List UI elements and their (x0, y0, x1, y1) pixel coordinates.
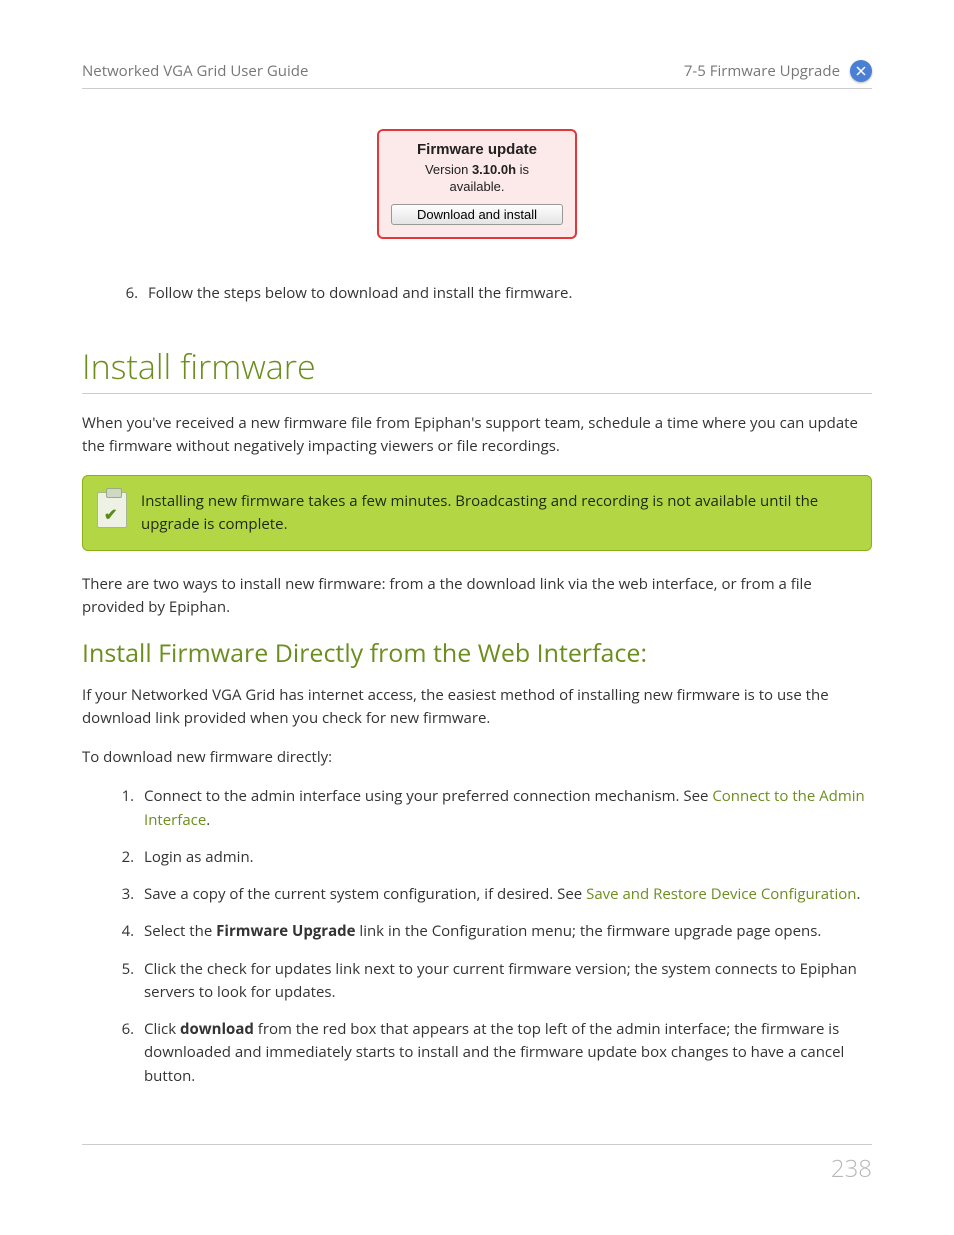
page-header: Networked VGA Grid User Guide 7-5 Firmwa… (82, 60, 872, 89)
note-callout: Installing new firmware takes a few minu… (82, 475, 872, 552)
download-bold: download (180, 1019, 254, 1039)
intro-paragraph: When you've received a new firmware file… (82, 412, 872, 459)
web-interface-intro: If your Networked VGA Grid has internet … (82, 684, 872, 731)
header-left: Networked VGA Grid User Guide (82, 61, 308, 81)
install-steps-list: Connect to the admin interface using you… (138, 785, 872, 1088)
install-web-interface-subheading: Install Firmware Directly from the Web I… (82, 636, 872, 670)
download-install-button[interactable]: Download and install (391, 204, 563, 225)
step-6-followup: Follow the steps below to download and i… (142, 283, 872, 303)
step-2: Login as admin. (138, 846, 872, 869)
header-right: 7-5 Firmware Upgrade (684, 60, 872, 82)
firmware-available-text: available. (391, 179, 563, 194)
firmware-version-line: Version 3.10.0h is (391, 162, 563, 177)
step-4: Select the Firmware Upgrade link in the … (138, 920, 872, 943)
page-number: 238 (831, 1152, 872, 1185)
tools-icon (850, 60, 872, 82)
two-ways-paragraph: There are two ways to install new firmwa… (82, 573, 872, 620)
footer-rule (82, 1144, 872, 1145)
header-section: 7-5 Firmware Upgrade (684, 61, 840, 81)
firmware-update-box: Firmware update Version 3.10.0h is avail… (377, 129, 577, 239)
step-3: Save a copy of the current system config… (138, 883, 872, 906)
note-text: Installing new firmware takes a few minu… (141, 490, 853, 537)
firmware-version-number: 3.10.0h (472, 162, 516, 177)
continuation-step-list: Follow the steps below to download and i… (142, 283, 872, 303)
save-restore-config-link[interactable]: Save and Restore Device Configuration (586, 884, 856, 904)
clipboard-check-icon (97, 492, 127, 528)
firmware-update-title: Firmware update (391, 141, 563, 158)
install-firmware-heading: Install firmware (82, 343, 872, 394)
step-6: Click download from the red box that app… (138, 1018, 872, 1088)
step-1: Connect to the admin interface using you… (138, 785, 872, 832)
download-directly-lead: To download new firmware directly: (82, 746, 872, 769)
step-5: Click the check for updates link next to… (138, 958, 872, 1005)
firmware-upgrade-bold: Firmware Upgrade (216, 921, 355, 941)
